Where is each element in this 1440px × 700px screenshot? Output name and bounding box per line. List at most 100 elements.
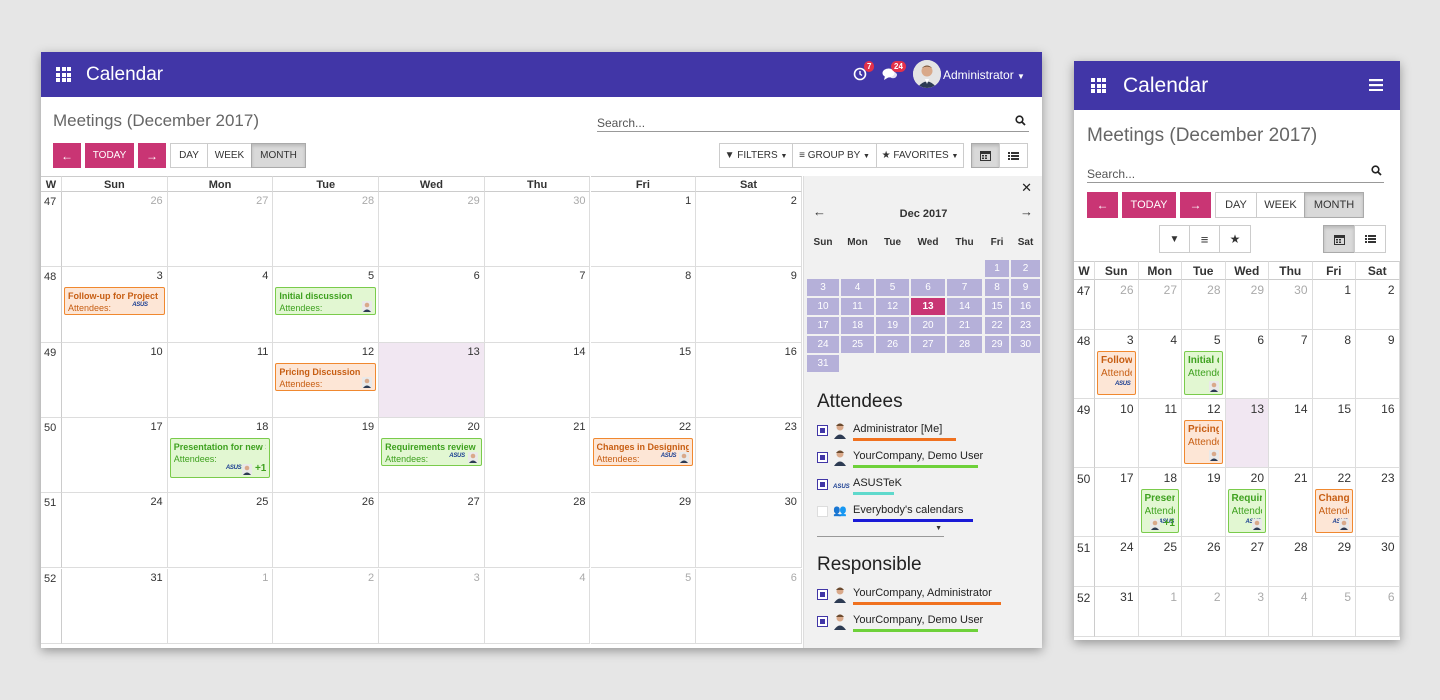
calendar-event[interactable]: Presentation for new Sc Attendees: ASUS +1 <box>169 437 271 478</box>
calendar-event[interactable]: Pricing Discussion Attendees: <box>275 362 377 391</box>
checkbox[interactable] <box>817 616 828 627</box>
calendar-view-button[interactable] <box>1323 225 1355 253</box>
calendar-event[interactable]: Requirements review Attendees: ASUS <box>381 437 482 466</box>
day-cell[interactable]: 26 <box>62 192 168 268</box>
checkbox[interactable] <box>817 506 828 517</box>
mini-calendar-day[interactable]: 21 <box>947 317 982 334</box>
day-cell[interactable]: 24 <box>62 493 168 569</box>
mini-calendar-day[interactable]: 1 <box>985 260 1009 277</box>
day-cell[interactable]: 1 <box>167 568 274 644</box>
filters-button[interactable]: ▼ <box>1159 225 1190 253</box>
day-cell[interactable]: 2 <box>696 192 802 268</box>
day-cell[interactable]: 17 <box>62 417 168 494</box>
day-cell[interactable]: 23 <box>696 417 802 494</box>
day-cell[interactable]: 6 <box>1356 587 1400 637</box>
previous-button[interactable]: ← <box>53 143 81 168</box>
groupby-button[interactable]: ≡ <box>1189 225 1220 253</box>
day-cell[interactable]: 2 <box>1356 280 1400 330</box>
day-cell[interactable]: 28 <box>1182 280 1226 330</box>
month-view-button[interactable]: MONTH <box>1304 192 1364 218</box>
day-cell[interactable]: 31 <box>1095 587 1139 637</box>
day-cell[interactable]: 4 <box>484 568 591 644</box>
next-button[interactable]: → <box>1180 192 1211 218</box>
day-cell[interactable]: 19 <box>1182 468 1226 537</box>
day-cell[interactable]: 13 <box>1225 399 1269 468</box>
day-cell[interactable]: 17 <box>1095 468 1139 537</box>
close-icon[interactable]: ✕ <box>1021 180 1032 196</box>
calendar-event[interactable]: Changes in Designing Attendees: ASUS <box>592 437 694 466</box>
mini-calendar-day[interactable]: 18 <box>841 317 874 334</box>
day-cell[interactable]: 14 <box>1269 399 1313 468</box>
mini-calendar-day[interactable]: 19 <box>876 317 909 334</box>
week-view-button[interactable]: WEEK <box>207 143 252 168</box>
mini-calendar-day[interactable]: 14 <box>947 298 982 315</box>
mini-calendar-day[interactable]: 10 <box>807 298 839 315</box>
week-view-button[interactable]: WEEK <box>1256 192 1305 218</box>
mini-calendar-day[interactable]: 26 <box>876 336 909 353</box>
mini-calendar-day[interactable]: 6 <box>911 279 945 296</box>
calendar-event[interactable]: ChangeAttendeASUS <box>1314 489 1353 533</box>
day-cell[interactable]: 11 <box>1138 399 1182 468</box>
day-cell[interactable]: 3 <box>379 568 485 644</box>
day-cell[interactable]: 30 <box>484 192 591 268</box>
calendar-event[interactable]: RequireAttendeASUS <box>1227 489 1266 533</box>
mini-calendar-day[interactable]: 22 <box>985 317 1009 334</box>
mini-calendar-day[interactable]: 9 <box>1011 279 1040 296</box>
user-menu[interactable]: Administrator ▼ <box>943 68 1025 82</box>
day-cell[interactable]: 13 <box>379 342 485 418</box>
day-cell[interactable]: 2 <box>1182 587 1226 637</box>
attendees-select[interactable]: ▼ <box>817 523 944 537</box>
mini-calendar-day[interactable]: 4 <box>841 279 874 296</box>
day-view-button[interactable]: DAY <box>1215 192 1257 218</box>
day-cell[interactable]: 27 <box>167 192 274 268</box>
day-cell[interactable]: 25 <box>167 493 274 569</box>
day-cell[interactable]: 10 <box>1095 399 1139 468</box>
mini-calendar-day[interactable]: 23 <box>1011 317 1040 334</box>
day-view-button[interactable]: DAY <box>170 143 208 168</box>
mini-calendar-day[interactable]: 7 <box>947 279 982 296</box>
attendee-filter-item[interactable]: Administrator [Me] <box>804 421 1042 445</box>
day-cell[interactable]: 10 <box>62 342 168 418</box>
day-cell[interactable]: 9 <box>696 267 802 343</box>
day-cell[interactable]: 29 <box>379 192 485 268</box>
day-cell[interactable]: 27 <box>1225 537 1269 587</box>
mini-calendar-day[interactable]: 5 <box>876 279 909 296</box>
day-cell[interactable]: 31 <box>62 568 168 644</box>
hamburger-menu-icon[interactable] <box>1369 79 1383 91</box>
attendee-filter-item[interactable]: ASUS ASUSTeK <box>804 475 1042 499</box>
day-cell[interactable]: 23 <box>1356 468 1400 537</box>
calendar-event[interactable]: Follow-AttendeASUS <box>1097 351 1136 395</box>
responsible-filter-item[interactable]: YourCompany, Administrator <box>804 585 1042 609</box>
checkbox[interactable] <box>817 425 828 436</box>
search-input[interactable] <box>1087 167 1384 183</box>
day-cell[interactable]: 27 <box>379 493 485 569</box>
list-view-button[interactable] <box>999 143 1028 168</box>
mini-calendar-day[interactable]: 30 <box>1011 336 1040 353</box>
day-cell[interactable]: 16 <box>1356 399 1400 468</box>
day-cell[interactable]: 26 <box>273 493 380 569</box>
checkbox[interactable] <box>817 589 828 600</box>
day-cell[interactable]: 6 <box>696 568 802 644</box>
mini-calendar-day[interactable]: 15 <box>985 298 1009 315</box>
day-cell[interactable]: 28 <box>484 493 591 569</box>
list-view-button[interactable] <box>1354 225 1386 253</box>
mini-calendar-day[interactable]: 8 <box>985 279 1009 296</box>
mini-calendar-day[interactable]: 12 <box>876 298 909 315</box>
day-cell[interactable]: 9 <box>1356 330 1400 399</box>
today-button[interactable]: TODAY <box>1122 192 1176 218</box>
mini-calendar-day[interactable]: 13 <box>911 298 945 315</box>
checkbox[interactable] <box>817 479 828 490</box>
next-button[interactable]: → <box>138 143 166 168</box>
favorites-button[interactable]: ★ <box>1219 225 1251 253</box>
mini-calendar-day[interactable]: 28 <box>947 336 982 353</box>
mini-calendar-day[interactable]: 31 <box>807 355 839 372</box>
day-cell[interactable]: 11 <box>167 342 274 418</box>
day-cell[interactable]: 30 <box>696 493 802 569</box>
day-cell[interactable]: 27 <box>1138 280 1182 330</box>
day-cell[interactable]: 15 <box>590 342 697 418</box>
calendar-event[interactable]: Initial di Attende <box>1184 351 1223 395</box>
attendee-filter-item[interactable]: YourCompany, Demo User <box>804 448 1042 472</box>
previous-button[interactable]: ← <box>1087 192 1118 218</box>
filters-button[interactable]: ▼ FILTERS ▼ <box>719 143 793 168</box>
calendar-event[interactable]: Pricing Attende <box>1184 420 1223 464</box>
